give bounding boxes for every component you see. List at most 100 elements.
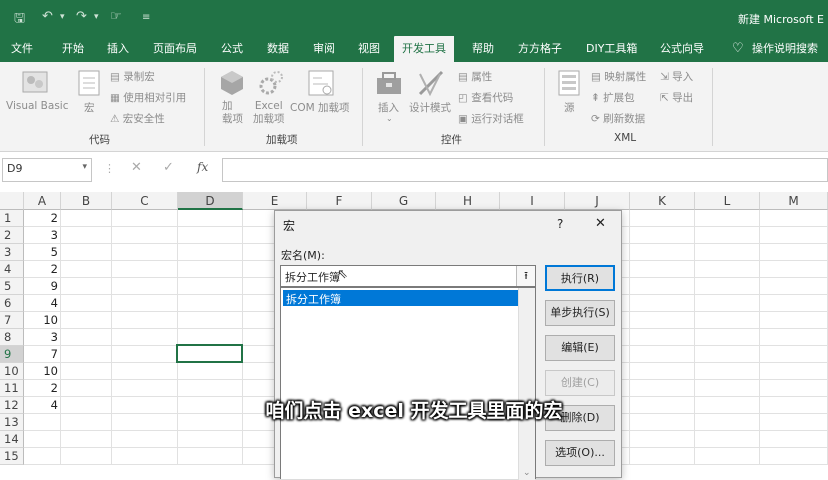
cell[interactable] <box>178 380 243 397</box>
cell-value-a5[interactable]: 9 <box>24 278 61 295</box>
formula-input[interactable] <box>222 158 828 182</box>
cell[interactable] <box>760 380 828 397</box>
name-box-dropdown-icon[interactable]: ▾ <box>82 162 87 172</box>
visual-basic-button[interactable]: Visual Basic <box>6 100 68 112</box>
cell[interactable] <box>178 431 243 448</box>
cell[interactable] <box>630 261 695 278</box>
cell[interactable] <box>178 363 243 380</box>
cell[interactable] <box>760 363 828 380</box>
macro-name-upload-icon[interactable]: ⭱ <box>516 266 535 286</box>
cell[interactable] <box>61 278 112 295</box>
tab-review[interactable]: 审阅 <box>313 36 335 62</box>
cell-value-a9[interactable]: 7 <box>24 346 61 363</box>
column-header-e[interactable]: E <box>243 192 307 210</box>
row-header-3[interactable]: 3 <box>0 244 24 261</box>
com-addins-button[interactable]: COM 加载项 <box>290 100 350 115</box>
addins-button[interactable]: 加 载项 <box>222 100 243 126</box>
cell-value-a15[interactable] <box>24 448 61 465</box>
cell-value-a1[interactable]: 2 <box>24 210 61 227</box>
column-header-j[interactable]: J <box>565 192 630 210</box>
cell[interactable] <box>630 346 695 363</box>
cell-value-a6[interactable]: 4 <box>24 295 61 312</box>
tab-developer[interactable]: 开发工具 <box>394 36 454 62</box>
export-button[interactable]: ⇱ 导出 <box>660 90 693 105</box>
cell[interactable] <box>760 346 828 363</box>
column-header-m[interactable]: M <box>760 192 828 210</box>
macro-list-scrollbar[interactable]: ⌄ <box>518 288 535 480</box>
macro-name-input[interactable]: 拆分工作簿 ⇖ <box>280 265 536 287</box>
tab-formula-wizard[interactable]: 公式向导 <box>660 36 704 62</box>
help-button[interactable]: ? <box>557 217 563 231</box>
cell[interactable] <box>61 346 112 363</box>
insert-controls-button[interactable]: 插入 <box>378 100 399 115</box>
cell[interactable] <box>760 295 828 312</box>
cell[interactable] <box>61 431 112 448</box>
column-header-k[interactable]: K <box>630 192 695 210</box>
cell[interactable] <box>695 210 760 227</box>
row-header-11[interactable]: 11 <box>0 380 24 397</box>
undo-icon[interactable]: ↶ <box>42 9 53 24</box>
row-header-14[interactable]: 14 <box>0 431 24 448</box>
record-macro-button[interactable]: ▤ 录制宏 <box>110 69 155 84</box>
cell[interactable] <box>760 278 828 295</box>
excel-addins-button[interactable]: Excel 加载项 <box>253 100 285 126</box>
macro-list-item[interactable]: 拆分工作簿 <box>283 290 521 306</box>
cell[interactable] <box>695 346 760 363</box>
cell[interactable] <box>61 448 112 465</box>
cell[interactable] <box>112 278 178 295</box>
cell[interactable] <box>760 261 828 278</box>
cancel-entry-icon[interactable]: ✕ <box>131 160 142 175</box>
cell[interactable] <box>695 448 760 465</box>
cell[interactable] <box>695 363 760 380</box>
cell-value-a14[interactable] <box>24 431 61 448</box>
run-dialog-button[interactable]: ▣ 运行对话框 <box>458 111 524 126</box>
cell[interactable] <box>695 244 760 261</box>
cell[interactable] <box>112 346 178 363</box>
cell[interactable] <box>112 329 178 346</box>
cell[interactable] <box>178 227 243 244</box>
cell[interactable] <box>178 448 243 465</box>
edit-button[interactable]: 编辑(E) <box>545 335 615 361</box>
cell-value-a2[interactable]: 3 <box>24 227 61 244</box>
close-button[interactable]: ✕ <box>595 216 606 231</box>
cell[interactable] <box>178 210 243 227</box>
cell[interactable] <box>61 261 112 278</box>
column-header-f[interactable]: F <box>307 192 372 210</box>
cell[interactable] <box>630 278 695 295</box>
cell[interactable] <box>178 312 243 329</box>
cell[interactable] <box>630 312 695 329</box>
insert-function-icon[interactable]: fx <box>197 160 208 174</box>
customize-toolbar-icon[interactable]: ≡ <box>142 12 150 23</box>
cell-value-a11[interactable]: 2 <box>24 380 61 397</box>
cell[interactable] <box>61 363 112 380</box>
cell-value-a4[interactable]: 2 <box>24 261 61 278</box>
cell[interactable] <box>112 244 178 261</box>
row-header-7[interactable]: 7 <box>0 312 24 329</box>
tab-formulas[interactable]: 公式 <box>221 36 243 62</box>
cell[interactable] <box>630 329 695 346</box>
column-header-a[interactable]: A <box>24 192 61 210</box>
cell[interactable] <box>630 431 695 448</box>
cell[interactable] <box>630 295 695 312</box>
row-header-9[interactable]: 9 <box>0 346 24 363</box>
cell[interactable] <box>630 380 695 397</box>
cell[interactable] <box>695 312 760 329</box>
refresh-data-button[interactable]: ⟳ 刷新数据 <box>591 111 645 126</box>
save-icon[interactable]: 🖫 <box>14 9 25 31</box>
expansion-packs-button[interactable]: ⇞ 扩展包 <box>591 90 635 105</box>
cell[interactable] <box>61 210 112 227</box>
import-button[interactable]: ⇲ 导入 <box>660 69 693 84</box>
tell-me-search[interactable]: 操作说明搜索 <box>752 36 818 62</box>
redo-dropdown-icon[interactable]: ▾ <box>94 12 99 22</box>
cell[interactable] <box>630 448 695 465</box>
enter-entry-icon[interactable]: ✓ <box>163 160 174 175</box>
cell[interactable] <box>630 244 695 261</box>
undo-dropdown-icon[interactable]: ▾ <box>60 12 65 22</box>
macro-list[interactable]: 拆分工作簿 ⌄ <box>280 287 536 480</box>
cell[interactable] <box>695 261 760 278</box>
tab-page-layout[interactable]: 页面布局 <box>153 36 197 62</box>
cell[interactable] <box>61 380 112 397</box>
cell[interactable] <box>61 295 112 312</box>
cell[interactable] <box>112 210 178 227</box>
column-header-d[interactable]: D <box>178 192 243 210</box>
